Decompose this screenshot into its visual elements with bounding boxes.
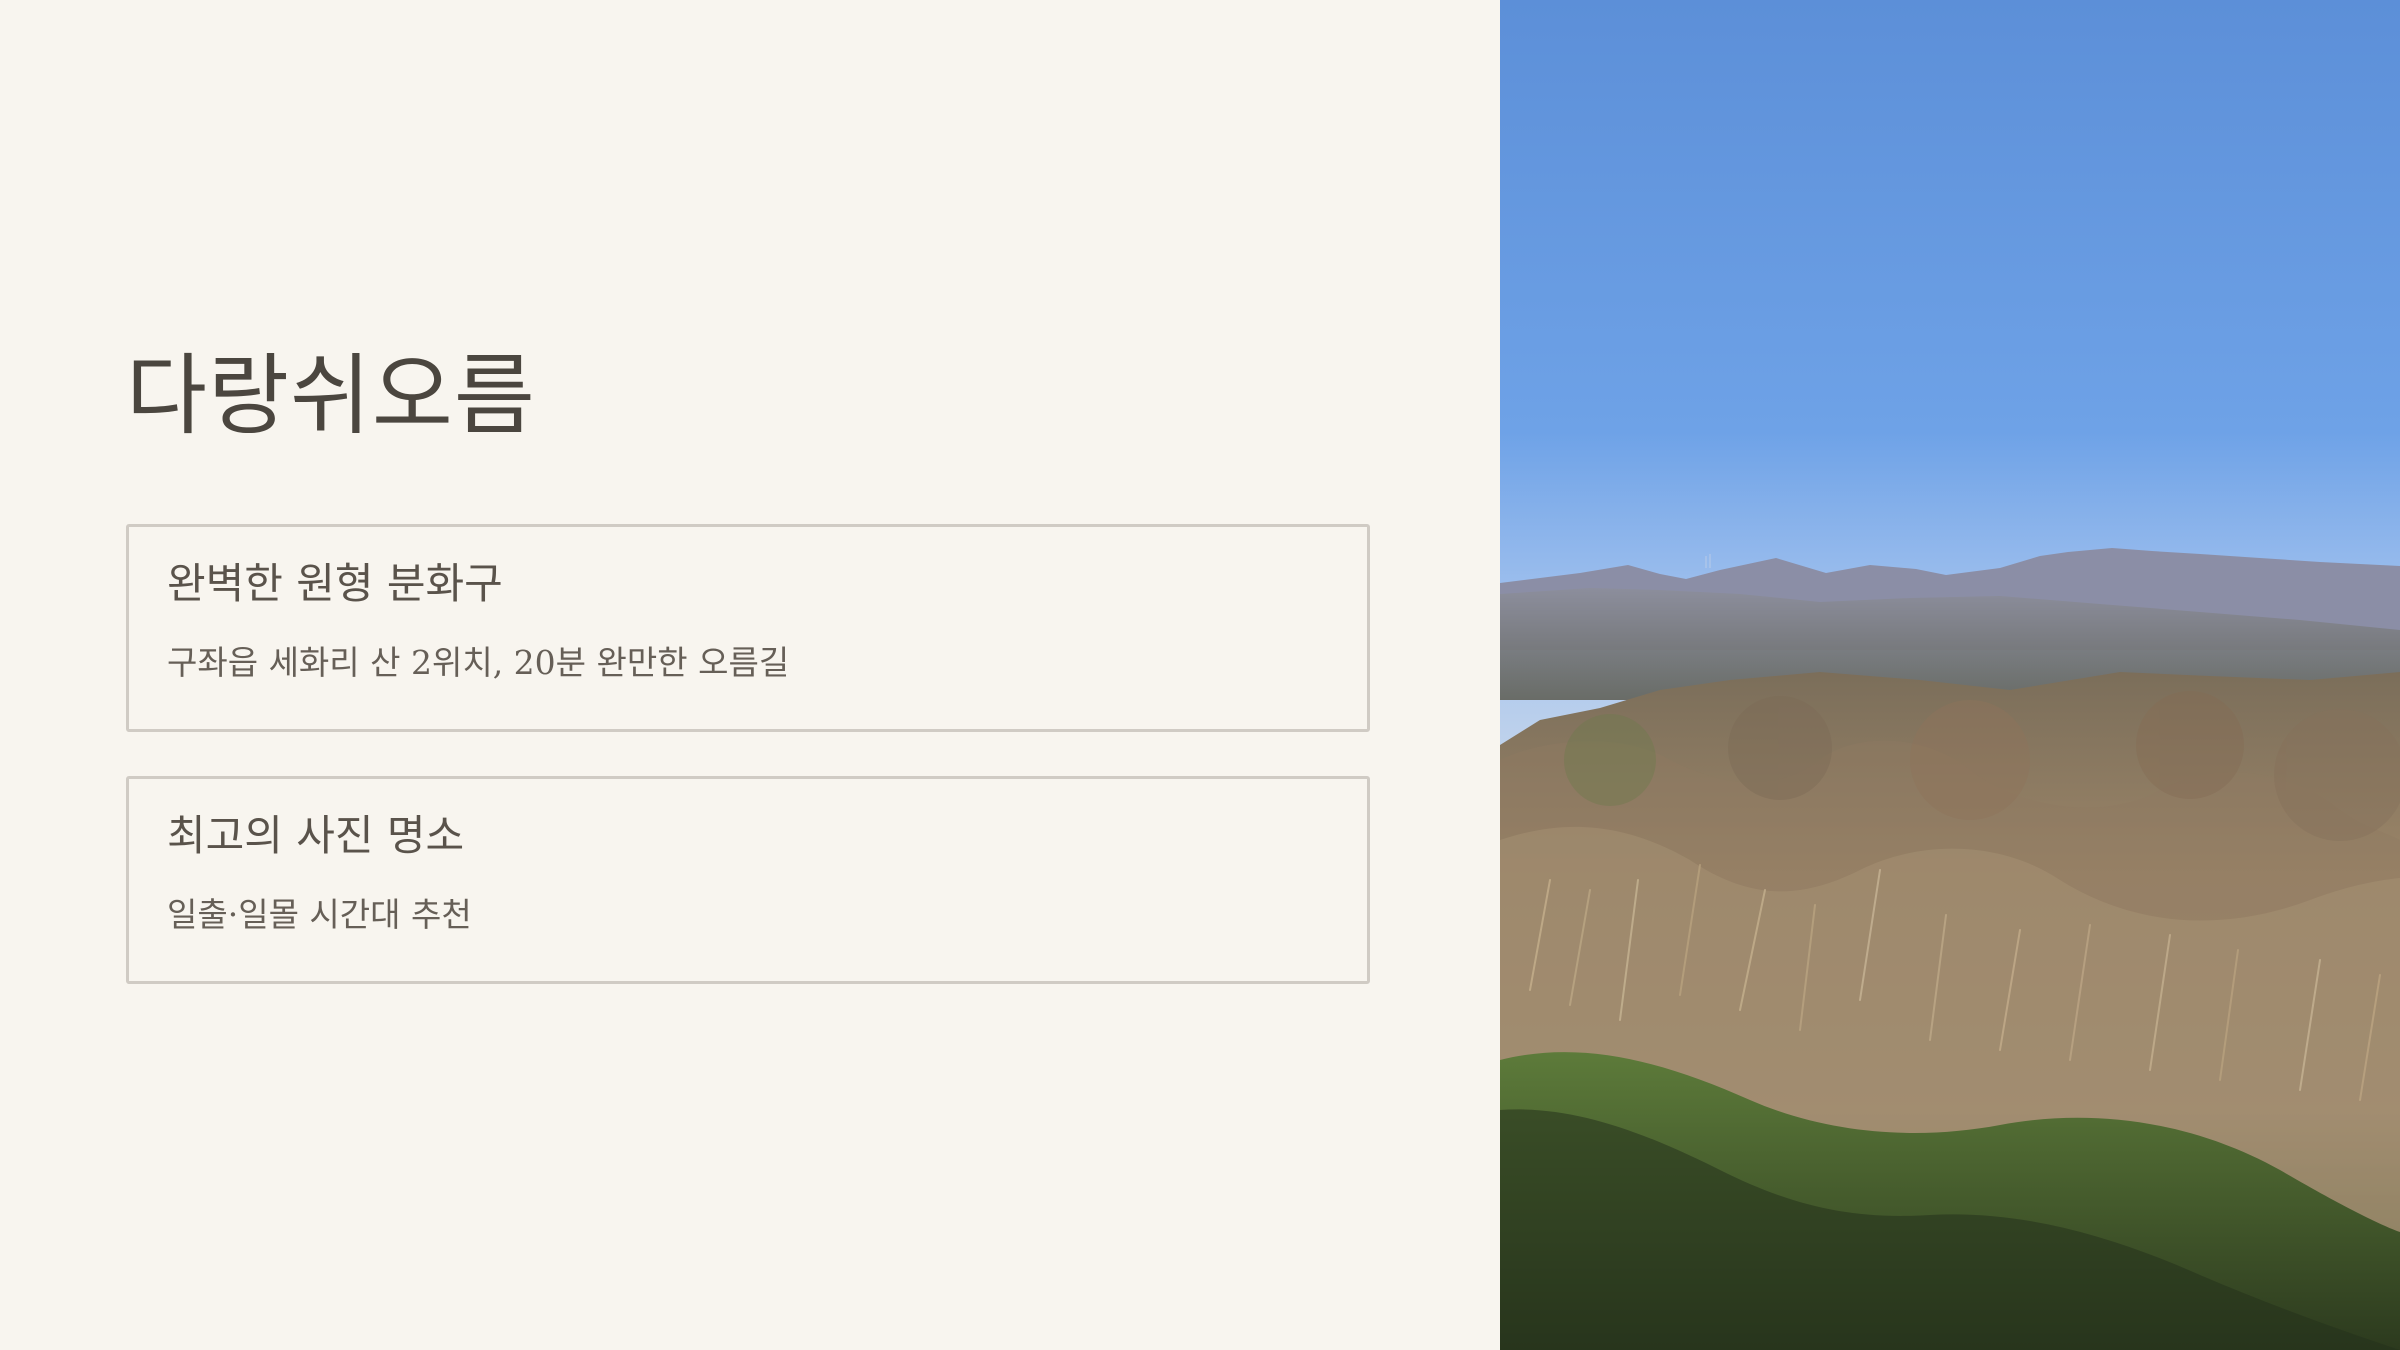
landscape-photo: [1500, 0, 2400, 1350]
card-heading: 완벽한 원형 분화구: [167, 559, 503, 608]
feature-card-photo-spot: 최고의 사진 명소 일출·일몰 시간대 추천: [126, 776, 1370, 984]
slide-title: 다랑쉬오름: [126, 344, 536, 447]
card-description: 구좌읍 세화리 산 2위치, 20분 완만한 오름길: [167, 643, 790, 682]
content-panel: 다랑쉬오름 완벽한 원형 분화구 구좌읍 세화리 산 2위치, 20분 완만한 …: [0, 0, 1500, 1350]
feature-card-crater: 완벽한 원형 분화구 구좌읍 세화리 산 2위치, 20분 완만한 오름길: [126, 524, 1370, 732]
landscape-photo-illustration: [1500, 0, 2400, 1350]
card-heading: 최고의 사진 명소: [167, 811, 465, 860]
card-description: 일출·일몰 시간대 추천: [167, 895, 472, 934]
